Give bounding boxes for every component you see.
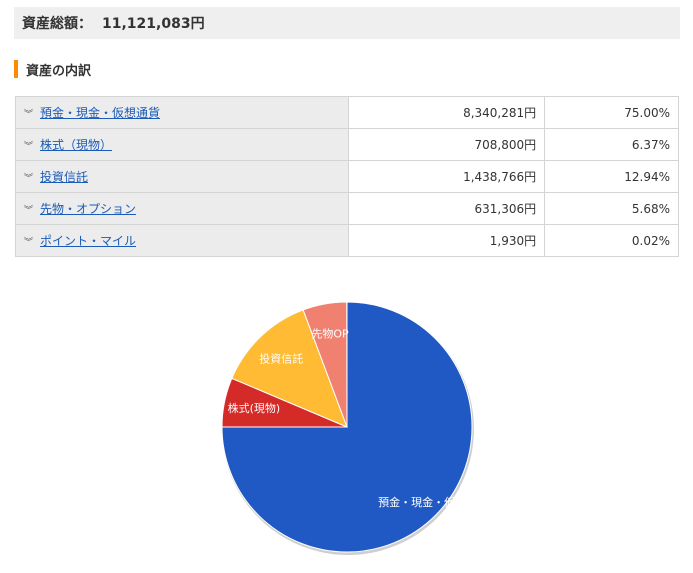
amount-cell: 8,340,281円	[348, 96, 546, 129]
category-link-points[interactable]: ポイント・マイル	[40, 234, 136, 248]
table-row: ︾ 預金・現金・仮想通貨 8,340,281円 75.00%	[14, 96, 679, 129]
category-link-stocks[interactable]: 株式（現物）	[40, 138, 112, 152]
category-link-funds[interactable]: 投資信託	[40, 170, 88, 184]
chevron-down-icon[interactable]: ︾	[24, 107, 36, 120]
asset-pie-chart: 預金・現金・仮想 株式(現物) 投資信託先物OP	[221, 301, 474, 555]
table-row: ︾ 株式（現物） 708,800円 6.37%	[14, 128, 679, 161]
category-cell: ︾ 預金・現金・仮想通貨	[14, 96, 350, 129]
amount-cell: 708,800円	[348, 128, 546, 161]
category-cell: ︾ 先物・オプション	[14, 192, 350, 225]
asset-breakdown-table: ︾ 預金・現金・仮想通貨 8,340,281円 75.00% ︾ 株式（現物） 70…	[14, 96, 679, 257]
percent-cell: 75.00%	[544, 96, 679, 129]
table-row: ︾ 投資信託 1,438,766円 12.94%	[14, 160, 679, 193]
pie-label-3: 先物OP	[311, 327, 349, 341]
percent-cell: 6.37%	[544, 128, 679, 161]
category-cell: ︾ ポイント・マイル	[14, 224, 350, 257]
table-row: ︾ ポイント・マイル 1,930円 0.02%	[14, 224, 679, 257]
percent-cell: 12.94%	[544, 160, 679, 193]
section-heading: 資産の内訳	[14, 60, 92, 79]
amount-cell: 1,930円	[348, 224, 546, 257]
category-cell: ︾ 投資信託	[14, 160, 350, 193]
total-assets-label: 資産総額：	[22, 16, 92, 32]
amount-cell: 1,438,766円	[348, 160, 546, 193]
category-link-futures[interactable]: 先物・オプション	[40, 202, 136, 216]
table-row: ︾ 先物・オプション 631,306円 5.68%	[14, 192, 679, 225]
total-assets-value: 11,121,083円	[102, 16, 205, 32]
section-title: 資産の内訳	[26, 63, 92, 79]
pie-label-2: 投資信託	[259, 351, 303, 365]
amount-cell: 631,306円	[348, 192, 546, 225]
chevron-down-icon[interactable]: ︾	[24, 235, 36, 248]
category-cell: ︾ 株式（現物）	[14, 128, 350, 161]
chevron-down-icon[interactable]: ︾	[24, 139, 36, 152]
chevron-down-icon[interactable]: ︾	[24, 203, 36, 216]
percent-cell: 5.68%	[544, 192, 679, 225]
pie-label-1: 株式(現物)	[228, 401, 281, 415]
percent-cell: 0.02%	[544, 224, 679, 257]
heading-accent-bar	[14, 60, 18, 78]
category-link-deposits[interactable]: 預金・現金・仮想通貨	[40, 106, 160, 120]
pie-label-0: 預金・現金・仮想	[378, 495, 466, 509]
chevron-down-icon[interactable]: ︾	[24, 171, 36, 184]
total-assets-bar: 資産総額： 11,121,083円	[14, 7, 680, 39]
